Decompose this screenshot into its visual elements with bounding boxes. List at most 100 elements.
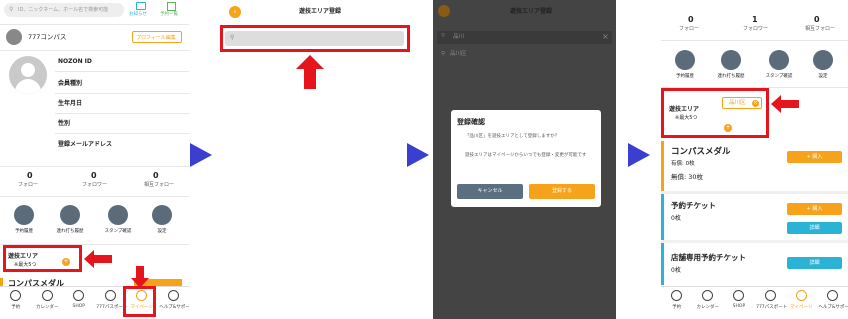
menu-label: 設定 <box>157 229 167 234</box>
menu-label: 設定 <box>818 74 828 79</box>
highlight-area <box>3 245 82 272</box>
notice-label: お知らせ <box>129 12 147 17</box>
stat-value: 0 <box>153 171 159 180</box>
nav-icon <box>733 290 745 301</box>
nav-label: 777パスポート <box>756 305 788 310</box>
profile-field: 性別 <box>58 120 71 127</box>
stat-label[interactable]: フォロー <box>18 183 38 188</box>
menu-item[interactable]: 予約履歴 <box>665 50 705 84</box>
profile-field: 生年月日 <box>58 100 83 107</box>
highlight-search <box>220 25 410 52</box>
dialog-note: 遊技エリアはマイページからいつでも登録・変更が可能です <box>465 153 587 158</box>
menu-label: 予約履歴 <box>15 229 33 234</box>
nav-label: ヘルプ&サポート <box>818 305 848 310</box>
menu-label: 連れ打ち履歴 <box>56 229 84 234</box>
page-title: 遊技エリア登録 <box>299 8 342 15</box>
stat-label[interactable]: フォロワー <box>82 183 107 188</box>
notice-button[interactable]: お知らせ <box>128 2 154 20</box>
mail-icon <box>136 2 146 10</box>
nav-icon <box>104 290 116 301</box>
menu-icon <box>152 205 172 225</box>
ticket-buy-button[interactable]: + 購入 <box>787 203 842 215</box>
user-name: 777コンパス <box>28 33 67 41</box>
list-icon <box>167 2 176 11</box>
search-input[interactable]: ⚲ ID、ニックネーム、ホール名で検索可能 <box>4 3 124 17</box>
divider <box>55 93 189 94</box>
divider <box>55 71 189 72</box>
menu-item[interactable]: 連れ打ち履歴 <box>50 205 90 239</box>
red-arrow-up <box>296 55 324 89</box>
nav-icon <box>73 290 85 301</box>
nav-icon <box>10 290 22 301</box>
profile-field: NOZON ID <box>58 58 92 65</box>
stat-label[interactable]: フォロー <box>679 27 699 32</box>
clear-icon[interactable]: × <box>602 33 609 41</box>
back-button[interactable] <box>438 5 450 17</box>
medal-buy-button[interactable]: + 購入 <box>787 151 842 163</box>
flow-arrow-3 <box>628 143 650 167</box>
edit-profile-button[interactable]: プロフィール編集 <box>132 31 182 43</box>
stat-label[interactable]: 相互フォロー <box>805 27 835 32</box>
ticket-card: 予約チケット 0枚 + 購入 詳細 <box>661 194 848 240</box>
nav-item[interactable]: 予約 <box>2 290 30 310</box>
medal-free: 無償: 30枚 <box>671 173 704 181</box>
menu-item[interactable]: 設定 <box>803 50 843 84</box>
medal-paid: 有償: 0枚 <box>671 161 695 167</box>
nav-label: カレンダー <box>696 305 720 310</box>
nav-item[interactable]: ヘルプ&サポート <box>159 290 189 310</box>
nav-label: カレンダー <box>36 305 59 310</box>
stat-label[interactable]: フォロワー <box>743 27 768 32</box>
menu-item[interactable]: スタンプ確認 <box>98 205 138 239</box>
menu-icon <box>769 50 789 70</box>
menu-label: スタンプ確認 <box>765 74 793 79</box>
menu-label: 連れ打ち履歴 <box>717 74 745 79</box>
avatar-small <box>6 29 22 45</box>
cancel-button[interactable]: キャンセル <box>457 184 523 199</box>
list-item[interactable]: 品川区 <box>450 51 467 58</box>
menu-icon <box>60 205 80 225</box>
back-button[interactable]: ‹ <box>229 6 241 18</box>
edit-profile-label: プロフィール編集 <box>136 34 176 41</box>
menu-label: スタンプ確認 <box>104 229 132 234</box>
menu-item[interactable]: 設定 <box>142 205 182 239</box>
red-arrow-left <box>771 95 799 113</box>
search-placeholder: ID、ニックネーム、ホール名で検索可能 <box>18 6 109 13</box>
nav-item[interactable]: マイページ <box>787 290 815 310</box>
nav-item[interactable]: 予約 <box>663 290 691 310</box>
nav-item[interactable]: SHOP <box>65 290 93 309</box>
nav-item[interactable]: 777パスポート <box>756 290 788 310</box>
highlight-area <box>661 88 769 138</box>
nav-label: SHOP <box>72 304 86 309</box>
dialog-message: 「品川区」を遊技エリアとして登録しますか？ <box>465 134 560 139</box>
stat-value: 1 <box>752 15 758 24</box>
nav-item[interactable]: カレンダー <box>33 290 61 310</box>
nav-item[interactable]: SHOP <box>725 290 753 309</box>
stat-label[interactable]: 相互フォロー <box>144 183 174 188</box>
nav-item[interactable]: カレンダー <box>694 290 722 310</box>
menu-item[interactable]: 予約履歴 <box>4 205 44 239</box>
medal-title: コンパスメダル <box>671 147 731 157</box>
nav-item[interactable]: 777パスポート <box>96 290 127 310</box>
menu-item[interactable]: スタンプ確認 <box>759 50 799 84</box>
confirm-button[interactable]: 登録する <box>529 184 595 199</box>
nav-icon <box>826 290 838 301</box>
store-ticket-card: 店舗専用予約チケット 0枚 詳細 <box>661 243 848 285</box>
menu-icon <box>108 205 128 225</box>
nav-label: SHOP <box>732 304 746 309</box>
ticket-title: 予約チケット <box>671 201 716 210</box>
ticket-detail-button[interactable]: 詳細 <box>787 222 842 234</box>
divider <box>55 113 189 114</box>
menu-icon <box>721 50 741 70</box>
red-arrow-down <box>131 266 149 288</box>
flow-arrow-2 <box>407 143 429 167</box>
nav-icon <box>702 290 714 301</box>
area-search-input[interactable]: ⚲ 品川 × <box>437 31 612 44</box>
nav-item[interactable]: ヘルプ&サポート <box>818 290 848 310</box>
store-ticket-title: 店舗専用予約チケット <box>671 253 746 262</box>
store-ticket-detail-button[interactable]: 詳細 <box>787 257 842 269</box>
menu-item[interactable]: 連れ打ち履歴 <box>711 50 751 84</box>
search-value: 品川 <box>453 33 465 40</box>
stat-value: 0 <box>91 171 97 180</box>
reserve-list-button[interactable]: 予約一覧 <box>158 2 186 20</box>
red-arrow-left <box>84 250 112 268</box>
